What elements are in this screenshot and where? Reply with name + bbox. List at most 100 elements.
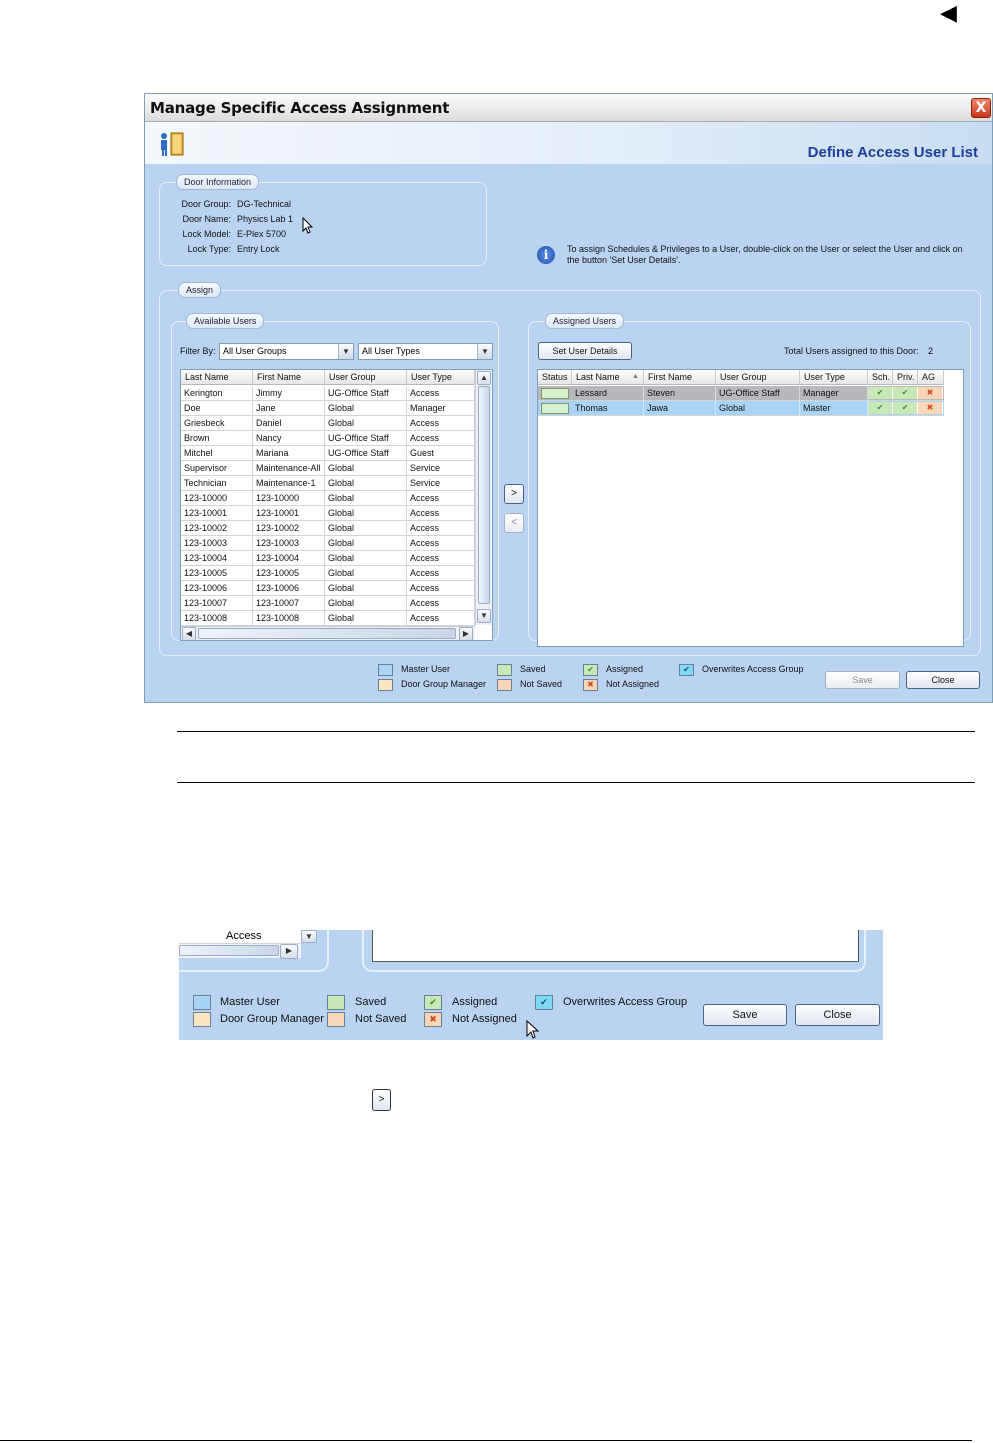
table-row[interactable]: Technician Maintenance-1 Global Service <box>181 476 475 491</box>
crop-assigned-table-bottom <box>372 930 859 962</box>
table-cell: 123-10007 <box>181 596 253 611</box>
table-row[interactable]: Supervisor Maintenance-All Global Service <box>181 461 475 476</box>
table-cell: 123-10004 <box>253 551 325 566</box>
user-type-filter-select[interactable]: All User Types ▼ <box>358 343 493 360</box>
access-group-x-icon[interactable]: ✖ <box>918 402 943 414</box>
chevron-down-icon[interactable]: ▼ <box>338 344 353 359</box>
move-left-button[interactable]: < <box>504 513 524 533</box>
lock-model-field: Lock Model: E-Plex 5700 <box>182 229 287 239</box>
available-users-table: Last Name First Name User Group User Typ… <box>180 369 493 641</box>
set-user-details-button[interactable]: Set User Details <box>538 342 632 360</box>
column-header-access-group[interactable]: AG <box>918 370 944 385</box>
assigned-check-icon: ✔ <box>583 664 598 676</box>
table-cell: Daniel <box>253 416 325 431</box>
saved-icon <box>497 664 512 676</box>
table-cell: Thomas <box>572 401 644 416</box>
door-group-manager-swatch <box>378 679 393 691</box>
table-cell: Jane <box>253 401 325 416</box>
vertical-scrollbar[interactable]: ▲ ▼ <box>475 370 492 625</box>
scroll-up-icon[interactable]: ▲ <box>477 371 491 385</box>
table-row[interactable]: Brown Nancy UG-Office Staff Access <box>181 431 475 446</box>
table-row[interactable]: Kerington Jimmy UG-Office Staff Access <box>181 386 475 401</box>
table-cell: UG-Office Staff <box>325 431 407 446</box>
table-cell: Global <box>325 506 407 521</box>
chevron-down-icon[interactable]: ▼ <box>477 344 492 359</box>
not-assigned-legend: Not Assigned <box>606 679 660 689</box>
column-header-user-group[interactable]: User Group <box>716 370 800 385</box>
column-header-schedule[interactable]: Sch. <box>868 370 893 385</box>
table-row[interactable]: Lessard Steven UG-Office Staff Manager ✔ ✔ ✖ <box>538 386 944 401</box>
table-row[interactable]: 123-10001 123-10001 Global Access <box>181 506 475 521</box>
crop-close-button[interactable]: Close <box>795 1004 880 1026</box>
assigned-legend: Assigned <box>606 664 644 674</box>
table-row[interactable]: 123-10007 123-10007 Global Access <box>181 596 475 611</box>
table-cell: Access <box>407 551 475 566</box>
column-header-user-group[interactable]: User Group <box>325 370 407 385</box>
column-header-first-name[interactable]: First Name <box>644 370 716 385</box>
header-band: Define Access User List <box>145 122 992 164</box>
table-cell: 123-10002 <box>253 521 325 536</box>
column-header-first-name[interactable]: First Name <box>253 370 325 385</box>
table-cell: Access <box>407 611 475 626</box>
close-button[interactable]: Close <box>906 671 980 689</box>
table-row[interactable]: 123-10002 123-10002 Global Access <box>181 521 475 536</box>
table-cell: Manager <box>800 386 868 401</box>
table-cell: Access <box>407 566 475 581</box>
crop-assigned-legend: Assigned <box>452 996 498 1008</box>
page-back-arrow-icon[interactable]: ◀ <box>940 0 957 26</box>
close-window-button[interactable]: X <box>971 98 991 118</box>
table-row[interactable]: 123-10008 123-10008 Global Access <box>181 611 475 626</box>
scroll-thumb[interactable] <box>478 386 490 604</box>
save-button[interactable]: Save <box>825 671 900 689</box>
crop-save-button[interactable]: Save <box>703 1004 787 1026</box>
crop-scroll-right-icon[interactable]: ▶ <box>280 944 298 959</box>
table-cell: Global <box>716 401 800 416</box>
door-group-manager-legend: Door Group Manager <box>401 679 487 689</box>
table-row[interactable]: Thomas Jawa Global Master ✔ ✔ ✖ <box>538 401 944 416</box>
horizontal-scrollbar[interactable]: ◀ ▶ <box>181 626 475 640</box>
overwrites-legend: Overwrites Access Group <box>702 664 804 674</box>
crop-hscroll-thumb[interactable] <box>179 945 279 956</box>
table-row[interactable]: 123-10003 123-10003 Global Access <box>181 536 475 551</box>
table-cell: Access <box>407 491 475 506</box>
user-group-filter-select[interactable]: All User Groups ▼ <box>219 343 354 360</box>
crop-not-assigned-x-icon: ✖ <box>424 1012 442 1027</box>
table-cell: Global <box>325 581 407 596</box>
column-header-privileges[interactable]: Priv. <box>893 370 918 385</box>
filter-by-label: Filter By: <box>180 346 216 356</box>
crop-scroll-down-icon[interactable]: ▼ <box>301 930 317 943</box>
table-header: Last Name First Name User Group User Typ… <box>181 370 475 385</box>
move-right-button[interactable]: > <box>504 484 524 504</box>
schedule-check-icon[interactable]: ✔ <box>868 387 893 399</box>
privileges-check-icon[interactable]: ✔ <box>893 387 918 399</box>
overwrites-check-icon: ✔ <box>679 664 694 676</box>
column-header-user-type[interactable]: User Type <box>407 370 475 385</box>
column-header-last-name[interactable]: Last Name <box>181 370 253 385</box>
table-row[interactable]: Mitchel Mariana UG-Office Staff Guest <box>181 446 475 461</box>
separator-line <box>177 782 975 783</box>
inline-move-right-button[interactable]: > <box>372 1089 391 1111</box>
available-users-panel: Available Users Filter By: All User Grou… <box>171 313 499 641</box>
table-row[interactable]: 123-10000 123-10000 Global Access <box>181 491 475 506</box>
table-cell: Access <box>407 581 475 596</box>
scroll-down-icon[interactable]: ▼ <box>477 609 491 623</box>
table-row[interactable]: Doe Jane Global Manager <box>181 401 475 416</box>
table-cell: 123-10001 <box>181 506 253 521</box>
access-group-x-icon[interactable]: ✖ <box>918 387 943 399</box>
table-cell: Access <box>407 386 475 401</box>
table-cell: Jawa <box>644 401 716 416</box>
column-header-status[interactable]: Status <box>538 370 572 385</box>
table-cell: 123-10001 <box>253 506 325 521</box>
table-row[interactable]: 123-10005 123-10005 Global Access <box>181 566 475 581</box>
table-row[interactable]: 123-10004 123-10004 Global Access <box>181 551 475 566</box>
crop-saved-icon <box>327 995 345 1010</box>
table-row[interactable]: Griesbeck Daniel Global Access <box>181 416 475 431</box>
crop-overwrites-legend: Overwrites Access Group <box>563 996 688 1008</box>
schedule-check-icon[interactable]: ✔ <box>868 402 893 414</box>
scroll-left-icon[interactable]: ◀ <box>182 627 196 640</box>
privileges-check-icon[interactable]: ✔ <box>893 402 918 414</box>
column-header-user-type[interactable]: User Type <box>800 370 868 385</box>
table-row[interactable]: 123-10006 123-10006 Global Access <box>181 581 475 596</box>
scroll-right-icon[interactable]: ▶ <box>459 627 473 640</box>
scroll-thumb-horizontal[interactable] <box>198 628 456 639</box>
